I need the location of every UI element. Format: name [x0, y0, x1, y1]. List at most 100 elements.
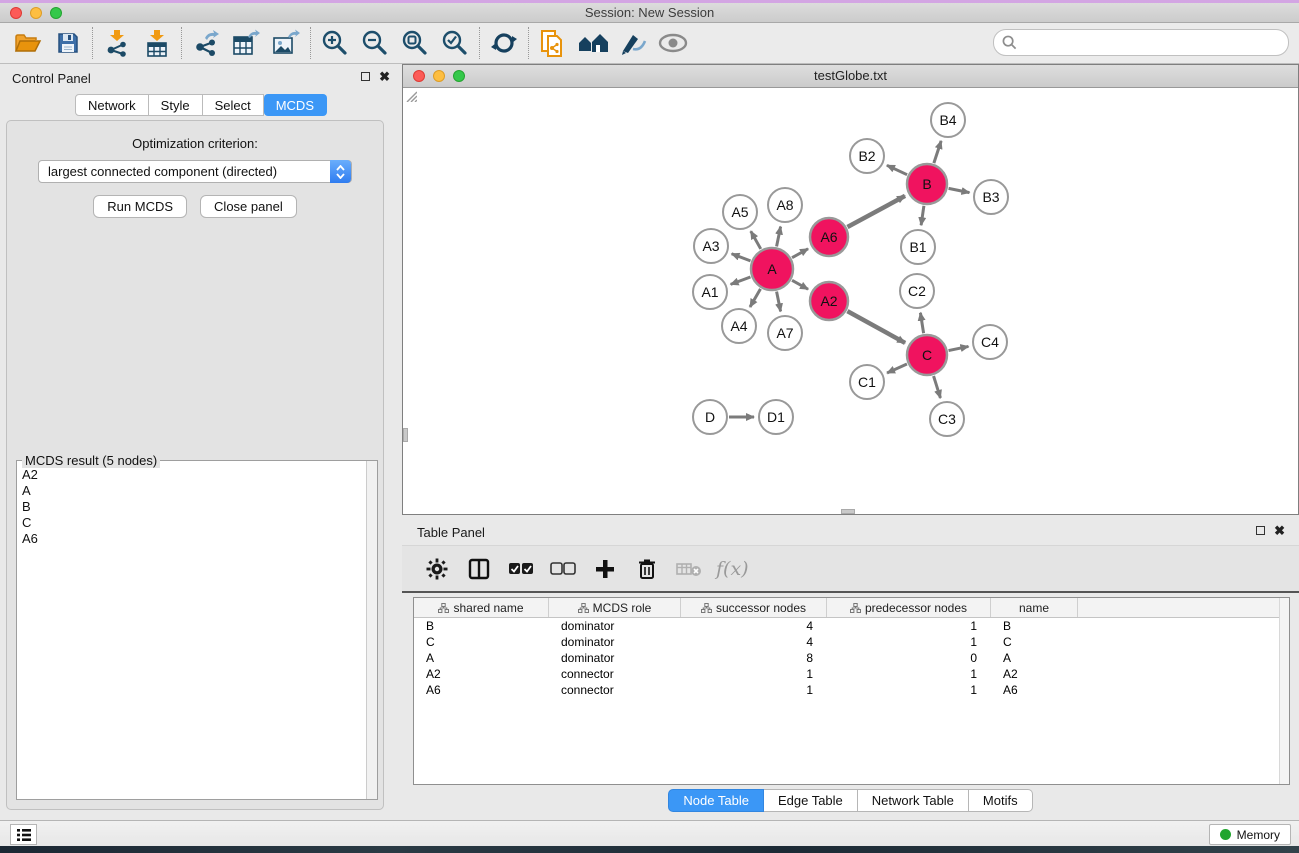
cell-name[interactable]: A2: [991, 666, 1078, 682]
node-B[interactable]: B: [907, 164, 947, 204]
cell-successor-nodes[interactable]: 4: [681, 634, 827, 650]
cell-predecessor-nodes[interactable]: 1: [827, 618, 991, 634]
delete-table-button[interactable]: [674, 554, 704, 584]
tab-network[interactable]: Network: [75, 94, 149, 116]
node-A7[interactable]: A7: [768, 316, 802, 350]
criterion-dropdown[interactable]: largest connected component (directed): [38, 160, 352, 183]
float-panel-icon[interactable]: [361, 72, 370, 81]
edge-B-B1[interactable]: [921, 206, 924, 225]
add-column-button[interactable]: [590, 554, 620, 584]
column-header-shared-name[interactable]: shared name: [414, 598, 549, 617]
cell-mcds-role[interactable]: connector: [549, 682, 681, 698]
column-header-name[interactable]: name: [991, 598, 1078, 617]
node-B1[interactable]: B1: [901, 230, 935, 264]
cell-shared-name[interactable]: C: [414, 634, 549, 650]
table-settings-button[interactable]: [422, 554, 452, 584]
tab-select[interactable]: Select: [203, 94, 264, 116]
tab-style[interactable]: Style: [149, 94, 203, 116]
task-history-button[interactable]: [10, 824, 37, 845]
tab-node-table[interactable]: Node Table: [668, 789, 764, 812]
cell-mcds-role[interactable]: dominator: [549, 618, 681, 634]
edge-C-C2[interactable]: [920, 313, 923, 334]
duplicate-network-button[interactable]: [533, 26, 573, 60]
cell-successor-nodes[interactable]: 1: [681, 682, 827, 698]
cell-predecessor-nodes[interactable]: 1: [827, 634, 991, 650]
tab-network-table[interactable]: Network Table: [858, 789, 969, 812]
edge-C-C4[interactable]: [949, 346, 969, 350]
table-row-b[interactable]: Bdominator41B: [414, 618, 1289, 634]
cell-mcds-role[interactable]: dominator: [549, 634, 681, 650]
close-panel-icon[interactable]: ✖: [379, 71, 390, 82]
home-button[interactable]: [573, 26, 613, 60]
close-panel-button[interactable]: Close panel: [200, 195, 297, 218]
show-annotations-button[interactable]: [653, 26, 693, 60]
table-scrollbar[interactable]: [1279, 598, 1289, 784]
cell-successor-nodes[interactable]: 1: [681, 666, 827, 682]
edge-A-A8[interactable]: [777, 227, 781, 247]
edge-B-B4[interactable]: [934, 141, 941, 163]
export-network-button[interactable]: [186, 26, 226, 60]
mcds-result-item[interactable]: A: [22, 483, 365, 499]
edge-A-A1[interactable]: [731, 277, 751, 284]
cell-successor-nodes[interactable]: 4: [681, 618, 827, 634]
select-all-button[interactable]: [506, 554, 536, 584]
cell-name[interactable]: A: [991, 650, 1078, 666]
cell-name[interactable]: B: [991, 618, 1078, 634]
mcds-result-item[interactable]: C: [22, 515, 365, 531]
node-C2[interactable]: C2: [900, 274, 934, 308]
node-C[interactable]: C: [907, 335, 947, 375]
edge-A-A6[interactable]: [792, 249, 808, 258]
column-header-mcds-role[interactable]: MCDS role: [549, 598, 681, 617]
edge-A2-C[interactable]: [847, 311, 905, 343]
open-session-button[interactable]: [8, 26, 48, 60]
float-table-panel-icon[interactable]: [1256, 526, 1265, 535]
mcds-result-item[interactable]: B: [22, 499, 365, 515]
cell-shared-name[interactable]: A6: [414, 682, 549, 698]
cell-shared-name[interactable]: A2: [414, 666, 549, 682]
column-header-predecessor-nodes[interactable]: predecessor nodes: [827, 598, 991, 617]
export-table-button[interactable]: [226, 26, 266, 60]
node-B4[interactable]: B4: [931, 103, 965, 137]
table-row-a2[interactable]: A2connector11A2: [414, 666, 1289, 682]
node-A6[interactable]: A6: [810, 218, 848, 256]
tab-motifs[interactable]: Motifs: [969, 789, 1033, 812]
node-A3[interactable]: A3: [694, 229, 728, 263]
node-D1[interactable]: D1: [759, 400, 793, 434]
edge-B-B2[interactable]: [887, 165, 907, 174]
node-A8[interactable]: A8: [768, 188, 802, 222]
node-C3[interactable]: C3: [930, 402, 964, 436]
save-session-button[interactable]: [48, 26, 88, 60]
tab-edge-table[interactable]: Edge Table: [764, 789, 858, 812]
edge-A-A2[interactable]: [792, 280, 808, 289]
node-A[interactable]: A: [751, 248, 793, 290]
cell-name[interactable]: C: [991, 634, 1078, 650]
cell-successor-nodes[interactable]: 8: [681, 650, 827, 666]
node-A5[interactable]: A5: [723, 195, 757, 229]
node-B2[interactable]: B2: [850, 139, 884, 173]
cell-shared-name[interactable]: B: [414, 618, 549, 634]
node-A1[interactable]: A1: [693, 275, 727, 309]
close-table-panel-icon[interactable]: ✖: [1274, 525, 1285, 536]
cell-shared-name[interactable]: A: [414, 650, 549, 666]
table-row-a[interactable]: Adominator80A: [414, 650, 1289, 666]
function-builder-button[interactable]: f(x): [716, 554, 749, 584]
edge-A-A3[interactable]: [732, 254, 751, 261]
export-image-button[interactable]: [266, 26, 306, 60]
node-A2[interactable]: A2: [810, 282, 848, 320]
cell-mcds-role[interactable]: dominator: [549, 650, 681, 666]
run-mcds-button[interactable]: Run MCDS: [93, 195, 187, 218]
cell-name[interactable]: A6: [991, 682, 1078, 698]
zoom-selected-button[interactable]: [435, 26, 475, 60]
edge-B-B3[interactable]: [949, 188, 970, 192]
edge-A6-B[interactable]: [847, 196, 905, 227]
mcds-result-item[interactable]: A6: [22, 531, 365, 547]
node-C4[interactable]: C4: [973, 325, 1007, 359]
cell-predecessor-nodes[interactable]: 1: [827, 682, 991, 698]
node-D[interactable]: D: [693, 400, 727, 434]
node-C1[interactable]: C1: [850, 365, 884, 399]
memory-button[interactable]: Memory: [1209, 824, 1291, 845]
mcds-result-item[interactable]: A2: [22, 467, 365, 483]
import-network-button[interactable]: [97, 26, 137, 60]
table-row-c[interactable]: Cdominator41C: [414, 634, 1289, 650]
delete-column-button[interactable]: [632, 554, 662, 584]
